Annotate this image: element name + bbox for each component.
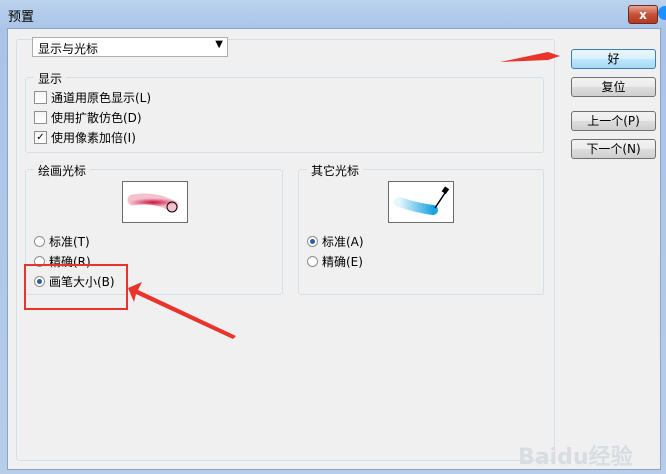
annotation-arrow-brush-size (128, 282, 236, 339)
annotation-arrows (128, 52, 560, 339)
annotation-arrow-ok (500, 52, 560, 62)
dialog-window: 预置 x 显示与光标 ▼ 显示 通道用原色显示(L) 使用扩散仿色(D) ✓ 使… (0, 0, 666, 474)
